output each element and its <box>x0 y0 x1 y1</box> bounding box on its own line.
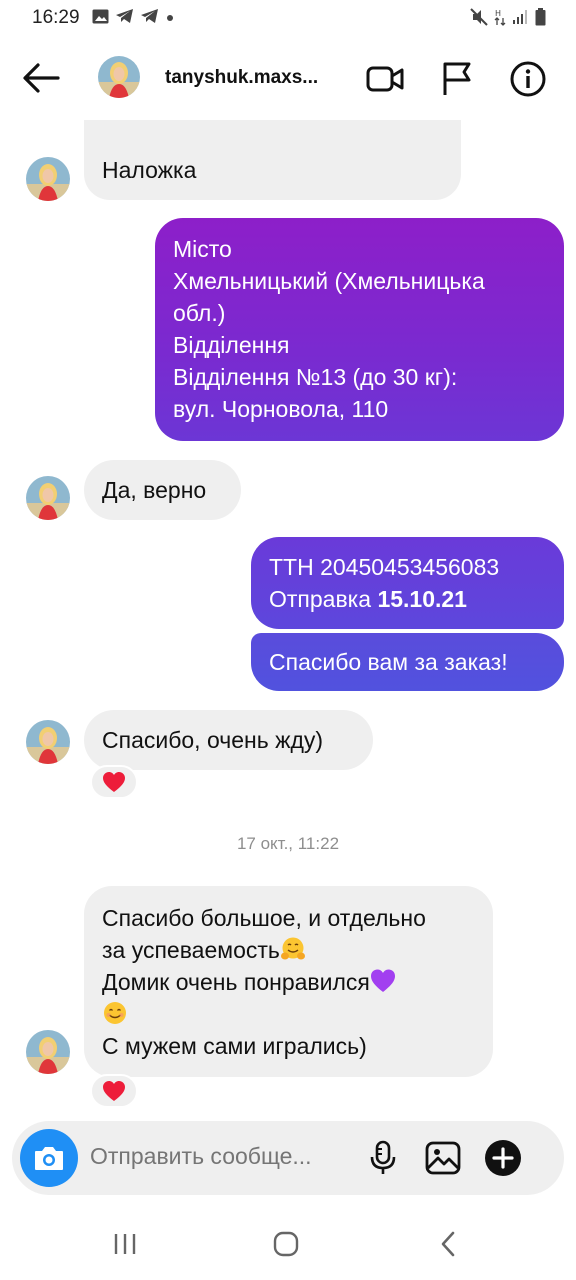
message-text: Спасибо, очень жду) <box>102 727 324 753</box>
message-text: Да, верно <box>102 477 207 503</box>
message-text: за успеваемость <box>102 937 280 963</box>
gallery-icon[interactable] <box>424 1139 462 1177</box>
message-text: Отправка <box>269 586 378 612</box>
battery-icon <box>535 8 546 31</box>
avatar[interactable] <box>98 56 140 98</box>
smiling-face-emoji-icon <box>104 1002 126 1024</box>
message-line: С мужем сами игрались) <box>102 1033 367 1059</box>
home-icon[interactable] <box>261 1229 311 1259</box>
dot-icon <box>165 10 175 28</box>
message-line: обл.) <box>173 300 226 326</box>
heart-icon <box>103 772 125 792</box>
message-line: Хмельницький (Хмельницька <box>173 268 485 294</box>
camera-button[interactable] <box>20 1129 78 1187</box>
message-line: Відділення №13 (до 30 кг): <box>173 364 458 390</box>
message-line: вул. Чорновола, 110 <box>173 396 389 422</box>
message-composer <box>12 1121 564 1195</box>
avatar[interactable] <box>26 157 70 201</box>
status-left-icons <box>92 8 175 29</box>
message-bubble[interactable]: Наложка <box>84 120 461 200</box>
timestamp: 17 окт., 11:22 <box>236 834 340 853</box>
message-line: ТТН 20450453456083 <box>269 554 500 580</box>
gallery-icon <box>92 9 109 29</box>
message-bubble[interactable]: Спасибо большое, и отдельно за успеваемо… <box>84 886 493 1077</box>
add-icon[interactable] <box>484 1139 522 1177</box>
data-arrows-icon: H <box>494 8 506 31</box>
avatar[interactable] <box>26 720 70 764</box>
info-icon[interactable] <box>508 60 548 98</box>
message-bubble[interactable]: Спасибо вам за заказ! <box>251 633 564 691</box>
recent-apps-icon[interactable] <box>100 1229 150 1259</box>
purple-heart-emoji-icon <box>370 969 395 992</box>
back-arrow-icon[interactable] <box>20 60 62 96</box>
message-text: Наложка <box>102 157 197 183</box>
message-bubble[interactable]: Спасибо, очень жду) <box>84 710 373 770</box>
signal-icon <box>512 9 529 30</box>
message-bubble[interactable]: Місто Хмельницький (Хмельницька обл.) Ві… <box>155 218 564 441</box>
reaction-badge[interactable] <box>90 765 138 799</box>
message-line: Місто <box>173 236 232 262</box>
hugging-face-emoji-icon <box>280 937 305 960</box>
message-line: Домик очень понравился <box>102 966 475 998</box>
mute-icon <box>470 8 488 31</box>
heart-icon <box>103 1081 125 1101</box>
system-navbar <box>0 1205 576 1280</box>
status-time: 16:29 <box>32 7 80 28</box>
back-icon[interactable] <box>423 1229 473 1259</box>
status-right-icons: H <box>470 8 546 31</box>
message-line: Отправка 15.10.21 <box>269 583 546 615</box>
status-bar: 16:29 H <box>0 0 576 36</box>
chat-username[interactable]: tanyshuk.maxs... <box>165 67 330 89</box>
message-input[interactable] <box>90 1143 352 1170</box>
message-bubble[interactable]: Да, верно <box>84 460 241 520</box>
message-date: 15.10.21 <box>377 586 467 612</box>
chat-header: tanyshuk.maxs... <box>0 36 576 120</box>
message-text: Домик очень понравился <box>102 969 370 995</box>
telegram-icon <box>140 8 159 29</box>
video-call-icon[interactable] <box>365 60 405 98</box>
telegram-icon <box>115 8 134 29</box>
microphone-icon[interactable] <box>364 1139 402 1177</box>
reaction-badge[interactable] <box>90 1074 138 1108</box>
avatar[interactable] <box>26 1030 70 1074</box>
message-bubble[interactable]: ТТН 20450453456083 Отправка 15.10.21 <box>251 537 564 629</box>
message-line: Спасибо большое, и отдельно <box>102 905 426 931</box>
camera-icon <box>35 1147 63 1170</box>
svg-text:H: H <box>495 9 501 18</box>
message-line <box>102 998 475 1030</box>
message-line: за успеваемость <box>102 934 475 966</box>
flag-icon[interactable] <box>438 60 478 98</box>
message-text: Спасибо вам за заказ! <box>269 649 508 675</box>
avatar[interactable] <box>26 476 70 520</box>
message-line: Відділення <box>173 332 290 358</box>
